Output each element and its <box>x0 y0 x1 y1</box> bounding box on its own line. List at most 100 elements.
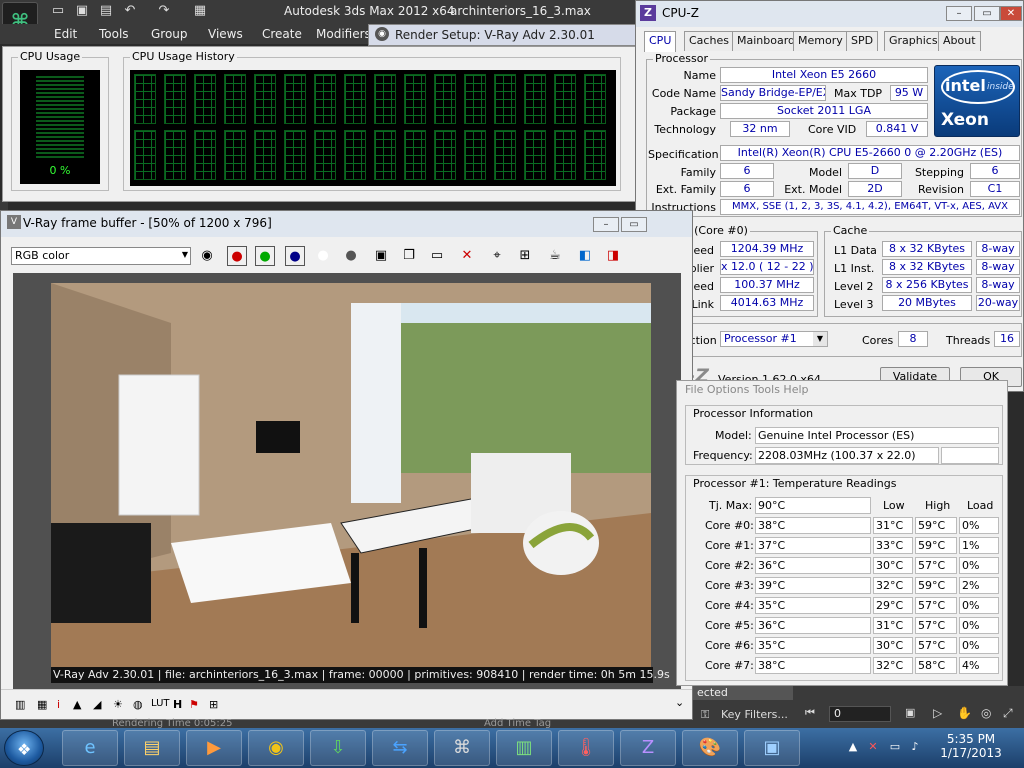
grid-icon[interactable]: ⊞ <box>209 698 218 711</box>
exposure-icon[interactable]: ☀ <box>113 698 123 711</box>
pixel-info-icon[interactable]: ▦ <box>37 698 47 711</box>
taskbar-download-manager-icon[interactable]: ⇩ <box>310 730 366 766</box>
channel-chevron-icon[interactable]: ▼ <box>182 250 188 259</box>
render-setup-window[interactable]: ◉ Render Setup: V-Ray Adv 2.30.01 <box>368 24 636 46</box>
track-mouse-icon[interactable]: ⌖ <box>487 246 507 266</box>
tab-spd[interactable]: SPD <box>846 31 879 51</box>
tab-memory[interactable]: Memory <box>793 31 848 51</box>
red-channel-icon[interactable]: ● <box>227 246 247 266</box>
green-channel-icon[interactable]: ● <box>255 246 275 266</box>
clone-frame-icon[interactable]: ❐ <box>399 246 419 266</box>
prev-frame-icon[interactable]: ⏮ <box>805 706 815 720</box>
taskbar-image-viewer-icon[interactable]: ▣ <box>744 730 800 766</box>
save-file-icon[interactable]: ▤ <box>98 3 114 19</box>
cpu-history-graph <box>194 130 216 180</box>
tab-mainboard[interactable]: Mainboard <box>732 31 801 51</box>
taskbar-internet-explorer-icon[interactable]: e <box>62 730 118 766</box>
network-icon[interactable]: ✕ <box>866 740 880 754</box>
core-low-value: 31°C <box>873 517 913 534</box>
menu-views[interactable]: Views <box>208 27 243 41</box>
region-render-icon[interactable]: ⊞ <box>515 246 535 266</box>
levels-icon[interactable]: ▲ <box>73 698 81 711</box>
taskbar-media-player-icon[interactable]: ▶ <box>186 730 242 766</box>
taskbar-core-temp-icon[interactable]: 🌡 <box>558 730 614 766</box>
core-temp-menu[interactable]: File Options Tools Help <box>685 383 809 396</box>
selection-dropdown[interactable]: Processor #1 ▼ <box>720 331 828 347</box>
selection-value: Processor #1 <box>724 332 797 345</box>
taskbar-chrome-icon[interactable]: ◉ <box>248 730 304 766</box>
frame-spinner-icon[interactable]: ▣ <box>905 706 915 719</box>
tab-caches[interactable]: Caches <box>684 31 734 51</box>
taskbar-clock[interactable]: 5:35 PM 1/17/2013 <box>936 732 1006 760</box>
channel-dropdown[interactable]: RGB color ▼ <box>11 247 191 265</box>
display-icon[interactable]: ▭ <box>888 740 902 754</box>
taskbar-task-manager-icon[interactable]: ▥ <box>496 730 552 766</box>
taskbar-teamviewer-icon[interactable]: ⇆ <box>372 730 428 766</box>
core-high-value: 59°C <box>915 577 957 594</box>
tab-cpu[interactable]: CPU <box>644 31 677 52</box>
redo-icon[interactable]: ↷ <box>156 3 172 19</box>
menu-edit[interactable]: Edit <box>54 27 77 41</box>
play-icon[interactable]: ▷ <box>933 706 942 720</box>
cpu-history-graph <box>344 74 366 124</box>
clear-image-icon[interactable]: ✕ <box>457 246 477 266</box>
l3-way: 20-way <box>976 295 1020 311</box>
vray-restore-button[interactable]: ▭ <box>621 217 647 232</box>
lut-icon[interactable]: LUT <box>151 698 170 709</box>
ab-compare-icon[interactable]: ◨ <box>603 246 623 266</box>
save-image-icon[interactable]: ▣ <box>371 246 391 266</box>
menu-create[interactable]: Create <box>262 27 302 41</box>
rgb-channels-icon[interactable]: ◉ <box>197 246 217 266</box>
menu-tools[interactable]: Tools <box>99 27 129 41</box>
vray-minimize-button[interactable]: – <box>593 217 619 232</box>
tab-graphics[interactable]: Graphics <box>884 31 943 51</box>
histogram-icon[interactable]: H <box>173 698 182 711</box>
white-balance-icon[interactable]: ◍ <box>133 698 143 711</box>
mono-channel-icon[interactable]: ● <box>341 246 361 266</box>
curve-icon[interactable]: ◢ <box>93 698 101 711</box>
key-filters-button[interactable]: Key Filters... <box>721 708 788 721</box>
tray-expand-icon[interactable]: ▲ <box>846 740 860 754</box>
taskbar-3ds-max-icon[interactable]: ⌘ <box>434 730 490 766</box>
start-button[interactable]: ❖ <box>4 730 44 766</box>
pan-hand-icon[interactable]: ✋ <box>957 706 972 720</box>
core-load-value: 0% <box>959 617 999 634</box>
open-file-icon[interactable]: ▣ <box>74 3 90 19</box>
maximize-viewport-icon[interactable]: ⤢ <box>1003 706 1013 721</box>
new-file-icon[interactable]: ▭ <box>50 3 66 19</box>
key-icon[interactable]: ⚿ <box>701 708 723 722</box>
taskbar-paint-icon[interactable]: 🎨 <box>682 730 738 766</box>
flag-icon[interactable]: ⚑ <box>189 698 199 711</box>
info-icon[interactable]: i <box>57 698 60 711</box>
expand-icon[interactable]: ⌄ <box>675 696 684 709</box>
chevron-down-icon[interactable]: ▼ <box>813 332 827 346</box>
lut-toggle-icon[interactable]: ▥ <box>15 698 25 711</box>
core-load-value: 2% <box>959 577 999 594</box>
menu-group[interactable]: Group <box>151 27 188 41</box>
selection-set-dropdown[interactable]: ected <box>693 686 793 700</box>
core-temp-value: 35°C <box>755 637 871 654</box>
color-correction-icon[interactable]: ◧ <box>575 246 595 266</box>
volume-icon[interactable]: ♪ <box>908 740 922 754</box>
task-manager-performance: CPU Usage 0 % CPU Usage History <box>2 46 636 202</box>
close-button[interactable]: ✕ <box>1000 6 1022 21</box>
orbit-icon[interactable]: ◎ <box>981 706 991 720</box>
teapot-render-icon[interactable]: ☕ <box>545 246 565 266</box>
alpha-channel-icon[interactable]: ● <box>313 246 333 266</box>
menu-modifiers[interactable]: Modifiers <box>316 27 371 41</box>
load-image-icon[interactable]: ▭ <box>427 246 447 266</box>
minimize-button[interactable]: – <box>946 6 972 21</box>
taskbar-file-explorer-icon[interactable]: ▤ <box>124 730 180 766</box>
restore-button[interactable]: ▭ <box>974 6 1000 21</box>
cpuz-app-icon: Z <box>640 5 656 21</box>
render-viewport[interactable] <box>13 273 681 689</box>
frame-field[interactable]: 0 <box>829 706 891 722</box>
taskbar-cpu-z-icon[interactable]: Z <box>620 730 676 766</box>
cpu-history-graph <box>284 74 306 124</box>
tab-about[interactable]: About <box>938 31 981 51</box>
undo-icon[interactable]: ↶ <box>122 3 138 19</box>
project-folder-icon[interactable]: ▦ <box>192 3 208 19</box>
blue-channel-icon[interactable]: ● <box>285 246 305 266</box>
cpuz-title: CPU-Z <box>662 6 699 20</box>
cpu-history-graph <box>464 130 486 180</box>
